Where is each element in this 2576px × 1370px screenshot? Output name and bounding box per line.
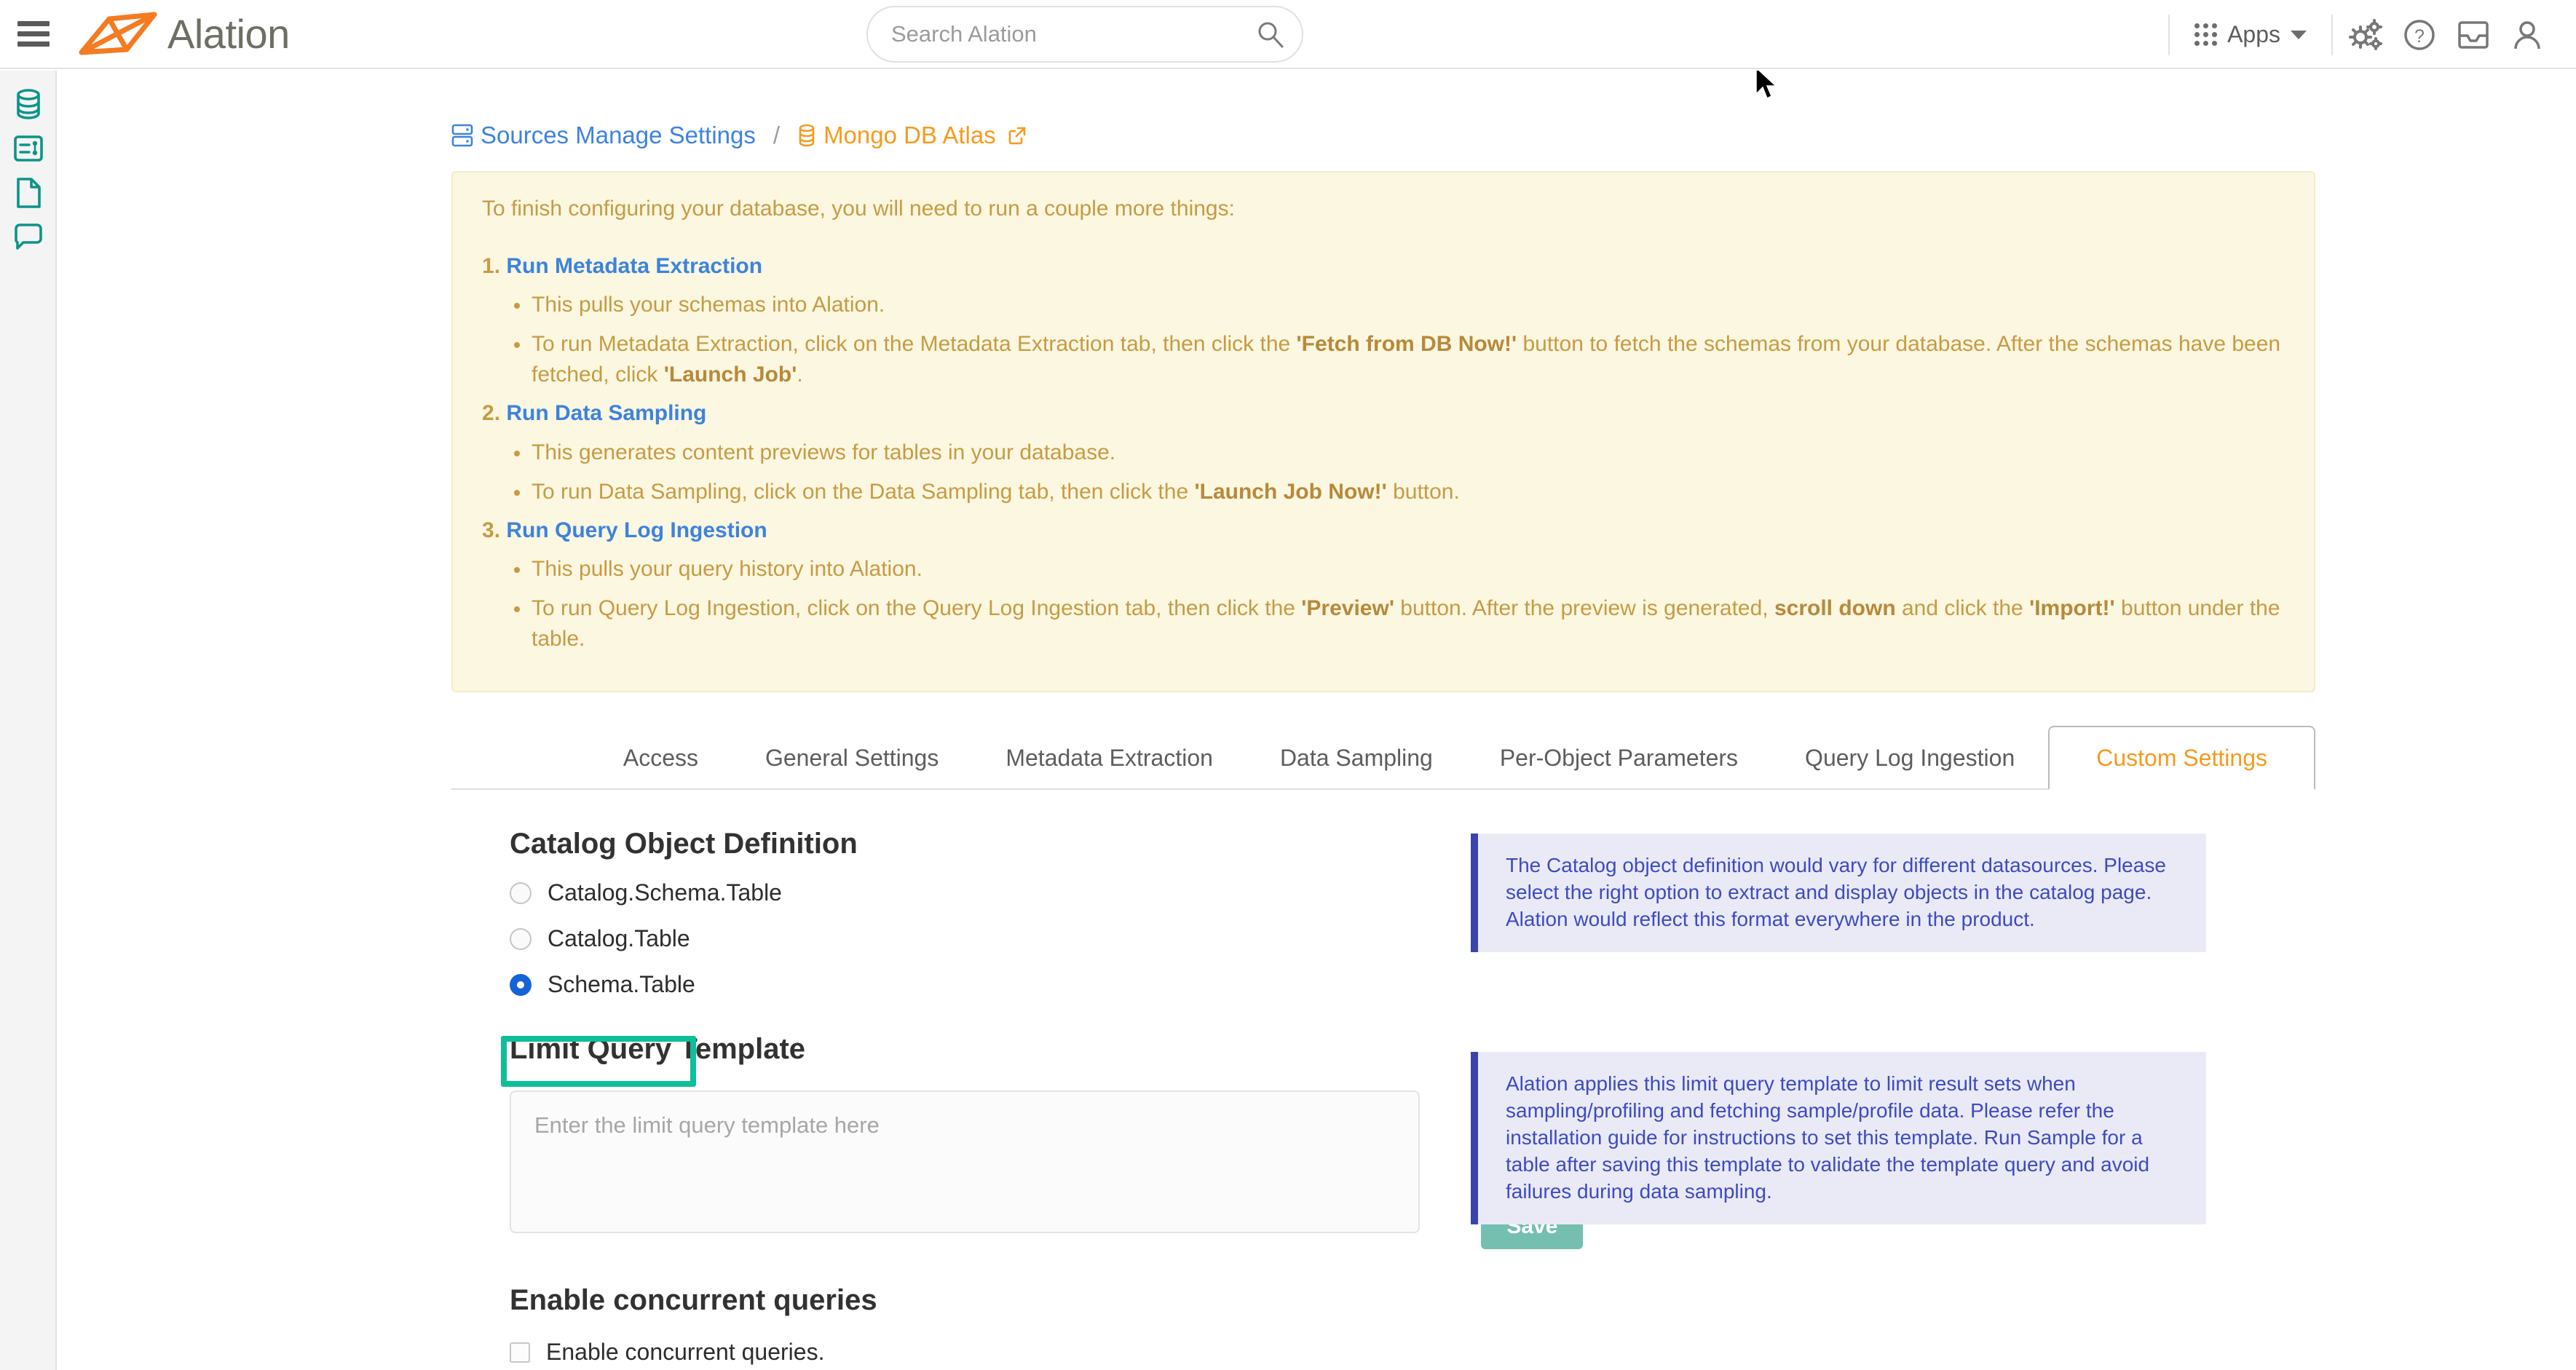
chat-bubble-icon xyxy=(15,223,42,250)
breadcrumb-current-label: Mongo DB Atlas xyxy=(823,122,996,149)
radio-indicator xyxy=(510,927,532,950)
hamburger-line xyxy=(17,31,50,36)
alation-bowtie-icon xyxy=(79,12,157,55)
checkbox-label: Enable concurrent queries. xyxy=(546,1339,825,1365)
apps-menu-button[interactable]: Apps xyxy=(2176,13,2326,57)
radio-indicator-selected xyxy=(510,973,532,996)
search-icon[interactable] xyxy=(1257,20,1284,48)
help-button[interactable]: ? xyxy=(2393,13,2446,57)
tab-label: Per-Object Parameters xyxy=(1499,744,1739,771)
sidebar-item-bi-dashboard[interactable] xyxy=(0,127,57,170)
sidebar-item-articles[interactable] xyxy=(0,171,57,215)
svg-text:?: ? xyxy=(2414,26,2425,47)
chevron-down-icon xyxy=(2291,30,2307,39)
tabs-spacer xyxy=(451,726,590,788)
checkbox-indicator xyxy=(510,1342,530,1363)
notice-bullet: This pulls your schemas into Alation. xyxy=(511,290,2285,320)
radio-option-schema-table[interactable]: Schema.Table xyxy=(510,971,2315,998)
radio-indicator xyxy=(510,882,532,904)
tab-custom-settings[interactable]: Custom Settings xyxy=(2048,726,2315,790)
notice-step: Run Data Sampling This generates content … xyxy=(482,399,2285,507)
tab-label: Query Log Ingestion xyxy=(1805,744,2015,771)
document-page-icon xyxy=(17,178,41,208)
limit-query-template-input[interactable] xyxy=(510,1090,1420,1233)
radio-label: Catalog.Schema.Table xyxy=(548,879,782,906)
tab-general-settings[interactable]: General Settings xyxy=(732,726,972,790)
breadcrumb-parent-link[interactable]: Sources Manage Settings xyxy=(451,122,756,149)
radio-label: Schema.Table xyxy=(548,971,695,997)
custom-settings-panel: Catalog Object Definition Catalog.Schema… xyxy=(451,790,2315,1366)
server-rack-icon xyxy=(451,124,473,147)
notice-steps-list: Run Metadata Extraction This pulls your s… xyxy=(482,252,2285,655)
sidebar-item-conversations[interactable] xyxy=(0,215,57,259)
account-button[interactable] xyxy=(2500,13,2554,57)
limit-query-info-callout: Alation applies this limit query templat… xyxy=(1471,1052,2206,1224)
person-avatar-icon xyxy=(2514,20,2540,49)
grid-9-dots-icon xyxy=(2194,23,2218,46)
tab-access[interactable]: Access xyxy=(590,726,732,790)
tab-label: Metadata Extraction xyxy=(1005,744,1213,771)
catalog-definition-info-callout: The Catalog object definition would vary… xyxy=(1471,834,2206,952)
breadcrumb: Sources Manage Settings / Mongo DB Atlas xyxy=(451,122,2315,149)
main-content-area: Sources Manage Settings / Mongo DB Atlas xyxy=(58,71,2576,1370)
notice-intro-text: To finish configuring your database, you… xyxy=(482,197,1235,221)
settings-button[interactable] xyxy=(2339,13,2393,57)
notice-step-bullets: This generates content previews for tabl… xyxy=(511,437,2285,507)
breadcrumb-current-link[interactable]: Mongo DB Atlas xyxy=(797,122,1027,149)
notice-step-bullets: This pulls your query history into Alati… xyxy=(511,554,2285,654)
notice-bullet: This generates content previews for tabl… xyxy=(511,437,2285,468)
tab-label: General Settings xyxy=(764,744,939,771)
hamburger-line xyxy=(17,41,50,47)
question-circle-icon: ? xyxy=(2404,19,2435,50)
settings-content-column: Sources Manage Settings / Mongo DB Atlas xyxy=(393,71,2315,1366)
topbar-actions: Apps ? xyxy=(2162,0,2576,69)
tab-metadata-extraction[interactable]: Metadata Extraction xyxy=(972,726,1246,790)
top-navigation-bar: Alation Apps xyxy=(0,0,2576,69)
settings-tabs: Access General Settings Metadata Extractio… xyxy=(451,726,2315,790)
sidebar-item-sources[interactable] xyxy=(0,82,57,126)
tab-per-object-parameters[interactable]: Per-Object Parameters xyxy=(1466,726,1771,790)
apps-label: Apps xyxy=(2227,21,2280,47)
divider xyxy=(2168,14,2170,55)
inbox-button[interactable] xyxy=(2446,13,2500,57)
database-icon xyxy=(799,124,815,147)
notice-bullet: To run Query Log Ingestion, click on the… xyxy=(511,593,2285,654)
notice-step-title: Run Query Log Ingestion xyxy=(506,518,767,542)
tab-label: Access xyxy=(623,744,698,771)
left-icon-rail xyxy=(0,71,57,1370)
gears-icon xyxy=(2349,18,2382,50)
breadcrumb-parent-label: Sources Manage Settings xyxy=(481,122,756,149)
notice-step: Run Query Log Ingestion This pulls your q… xyxy=(482,516,2285,655)
notice-bullet: This pulls your query history into Alati… xyxy=(511,554,2285,585)
notice-step-bullets: This pulls your schemas into Alation. To … xyxy=(511,290,2285,390)
notice-step-title: Run Metadata Extraction xyxy=(506,253,763,278)
database-icon xyxy=(17,89,40,119)
callout-text: The Catalog object definition would vary… xyxy=(1506,854,2166,930)
inbox-tray-icon xyxy=(2458,20,2489,49)
hamburger-menu-icon[interactable] xyxy=(17,18,50,50)
notice-bullet: To run Metadata Extraction, click on the… xyxy=(511,329,2285,390)
divider xyxy=(2331,14,2333,55)
enable-concurrent-queries-title: Enable concurrent queries xyxy=(510,1284,877,1316)
notice-step: Run Metadata Extraction This pulls your s… xyxy=(482,252,2285,391)
external-link-icon xyxy=(1008,127,1025,145)
hamburger-line xyxy=(17,21,50,26)
breadcrumb-separator: / xyxy=(773,122,781,149)
search-input[interactable] xyxy=(866,6,1303,63)
radio-label: Catalog.Table xyxy=(548,925,690,951)
configuration-notice-banner: To finish configuring your database, you… xyxy=(451,171,2315,692)
dashboard-card-icon xyxy=(14,135,43,162)
notice-step-title: Run Data Sampling xyxy=(506,401,707,425)
search-container xyxy=(866,6,1303,63)
callout-text: Alation applies this limit query templat… xyxy=(1506,1072,2150,1203)
tab-data-sampling[interactable]: Data Sampling xyxy=(1246,726,1466,790)
notice-bullet: To run Data Sampling, click on the Data … xyxy=(511,477,2285,507)
brand-name: Alation xyxy=(167,10,290,57)
enable-concurrent-queries-checkbox-row[interactable]: Enable concurrent queries. xyxy=(510,1339,2315,1366)
alation-logo[interactable]: Alation xyxy=(76,12,290,57)
tab-query-log-ingestion[interactable]: Query Log Ingestion xyxy=(1771,726,2048,790)
tab-label: Data Sampling xyxy=(1279,744,1433,771)
tab-label: Custom Settings xyxy=(2096,744,2267,771)
